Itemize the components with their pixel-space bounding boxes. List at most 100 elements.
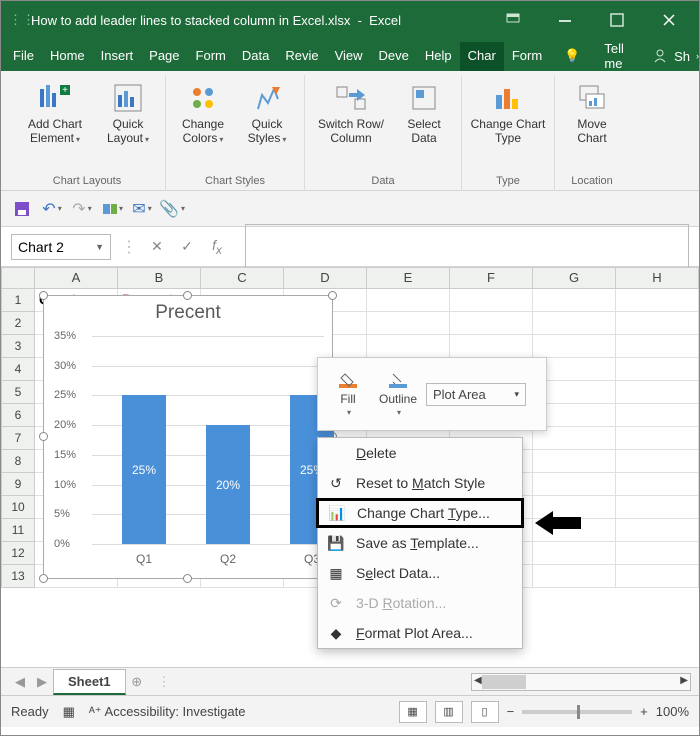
cell[interactable]: [450, 335, 533, 358]
row-header[interactable]: 2: [1, 312, 35, 335]
cell[interactable]: [367, 335, 450, 358]
cell[interactable]: [533, 450, 616, 473]
sheet-tab[interactable]: Sheet1: [53, 669, 126, 695]
row-header[interactable]: 13: [1, 565, 35, 588]
plot-area[interactable]: 0%5%10%15%20%25%30%35%25%Q120%Q225%Q3: [92, 336, 324, 544]
select-all-corner[interactable]: [1, 267, 35, 289]
row-header[interactable]: 5: [1, 381, 35, 404]
tab-help[interactable]: Help: [417, 42, 460, 71]
col-header[interactable]: E: [367, 267, 450, 289]
tab-view[interactable]: View: [327, 42, 371, 71]
cell[interactable]: [533, 289, 616, 312]
col-header[interactable]: F: [450, 267, 533, 289]
maximize-button[interactable]: [595, 2, 639, 38]
tab-nav-next[interactable]: ▶: [31, 674, 53, 690]
ribbon-collapse-icon[interactable]: [491, 2, 535, 38]
tab-file[interactable]: File: [5, 42, 42, 71]
fill-button[interactable]: Fill▾: [326, 372, 370, 417]
macro-record-icon[interactable]: ▦: [63, 704, 75, 720]
cell[interactable]: [450, 289, 533, 312]
row-header[interactable]: 12: [1, 542, 35, 565]
cell[interactable]: [533, 565, 616, 588]
cell[interactable]: [616, 519, 699, 542]
normal-view-button[interactable]: ▦: [399, 701, 427, 723]
menu-item[interactable]: 💾Save as Template...: [318, 528, 522, 558]
save-button[interactable]: [11, 198, 33, 220]
row-header[interactable]: 3: [1, 335, 35, 358]
cancel-formula-button[interactable]: ✕: [147, 238, 167, 255]
row-header[interactable]: 1: [1, 289, 35, 312]
cell[interactable]: [367, 289, 450, 312]
bar[interactable]: 20%: [206, 425, 250, 544]
undo-button[interactable]: ↶▾: [41, 198, 63, 220]
tab-format[interactable]: Form: [504, 42, 550, 71]
zoom-level[interactable]: 100%: [656, 704, 689, 719]
zoom-out-button[interactable]: −: [507, 704, 515, 719]
zoom-slider[interactable]: [522, 710, 632, 714]
zoom-in-button[interactable]: +: [640, 704, 648, 719]
cell[interactable]: [533, 335, 616, 358]
row-header[interactable]: 9: [1, 473, 35, 496]
cell[interactable]: [616, 404, 699, 427]
row-header[interactable]: 6: [1, 404, 35, 427]
bar[interactable]: 25%: [122, 395, 166, 544]
col-header[interactable]: B: [118, 267, 201, 289]
cell[interactable]: [616, 381, 699, 404]
chart-object[interactable]: Precent 0%5%10%15%20%25%30%35%25%Q120%Q2…: [43, 295, 333, 579]
change-chart-type-button[interactable]: Change Chart Type: [470, 79, 546, 145]
redo-button[interactable]: ↷▾: [71, 198, 93, 220]
cell[interactable]: [616, 312, 699, 335]
row-header[interactable]: 8: [1, 450, 35, 473]
cell[interactable]: [533, 542, 616, 565]
row-header[interactable]: 4: [1, 358, 35, 381]
row-header[interactable]: 11: [1, 519, 35, 542]
tab-review[interactable]: Revie: [277, 42, 326, 71]
attach-button[interactable]: 📎▾: [161, 198, 183, 220]
chart-element-selector[interactable]: Plot Area▾: [426, 383, 526, 406]
cell[interactable]: [616, 496, 699, 519]
share-button[interactable]: Sh›: [652, 48, 699, 64]
switch-row-column-button[interactable]: Switch Row/ Column: [313, 79, 389, 145]
close-button[interactable]: [647, 2, 691, 38]
page-break-view-button[interactable]: ▯: [471, 701, 499, 723]
minimize-button[interactable]: [543, 2, 587, 38]
cell[interactable]: [616, 450, 699, 473]
move-chart-button[interactable]: Move Chart: [563, 79, 621, 145]
menu-item[interactable]: Delete: [318, 438, 522, 468]
cell[interactable]: [367, 312, 450, 335]
tab-data[interactable]: Data: [234, 42, 277, 71]
accessibility-button[interactable]: ᴬ⁺ Accessibility: Investigate: [89, 704, 246, 720]
tab-developer[interactable]: Deve: [371, 42, 417, 71]
email-button[interactable]: ✉▾: [131, 198, 153, 220]
name-box[interactable]: Chart 2▼: [11, 234, 111, 260]
tab-insert[interactable]: Insert: [93, 42, 142, 71]
new-sheet-button[interactable]: ⊕: [126, 674, 148, 690]
cell[interactable]: [533, 473, 616, 496]
col-header[interactable]: C: [201, 267, 284, 289]
row-header[interactable]: 7: [1, 427, 35, 450]
cell[interactable]: [450, 312, 533, 335]
chart-title[interactable]: Precent: [44, 296, 332, 330]
tab-home[interactable]: Home: [42, 42, 93, 71]
cell[interactable]: [616, 542, 699, 565]
tell-me[interactable]: Tell me: [604, 41, 628, 71]
menu-item[interactable]: ▦Select Data...: [318, 558, 522, 588]
cell[interactable]: [616, 473, 699, 496]
cell[interactable]: [616, 289, 699, 312]
col-header[interactable]: D: [284, 267, 367, 289]
quick-layout-button[interactable]: Quick Layout▾: [99, 79, 157, 145]
col-header[interactable]: H: [616, 267, 699, 289]
tab-formulas[interactable]: Form: [188, 42, 234, 71]
cell[interactable]: [616, 335, 699, 358]
menu-item[interactable]: ◆Format Plot Area...: [318, 618, 522, 648]
change-colors-button[interactable]: Change Colors▾: [174, 79, 232, 145]
accept-formula-button[interactable]: ✓: [177, 238, 197, 255]
select-data-button[interactable]: Select Data: [395, 79, 453, 145]
add-chart-element-button[interactable]: + Add Chart Element▾: [17, 79, 93, 145]
outline-button[interactable]: Outline▾: [376, 372, 420, 417]
tab-nav-prev[interactable]: ◀: [9, 674, 31, 690]
tab-chart-design[interactable]: Char: [460, 42, 504, 71]
cell[interactable]: [616, 565, 699, 588]
page-layout-view-button[interactable]: ▥: [435, 701, 463, 723]
cell[interactable]: [616, 358, 699, 381]
